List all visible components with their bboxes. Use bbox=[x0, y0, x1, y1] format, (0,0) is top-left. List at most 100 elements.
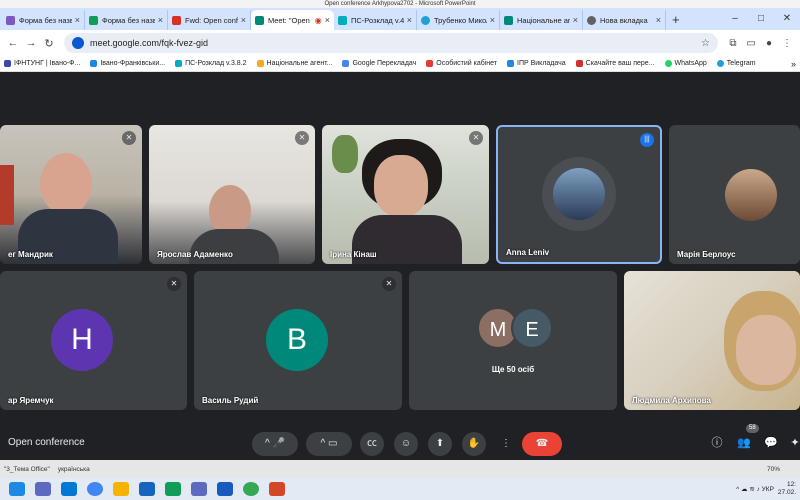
chat-icon[interactable]: 💬 bbox=[762, 434, 780, 452]
reactions-button[interactable]: ☺ bbox=[394, 432, 418, 456]
close-tab-icon[interactable]: × bbox=[490, 15, 495, 25]
participant-tile[interactable]: ✕ Ярослав Адаменко bbox=[149, 125, 315, 264]
avatar: H bbox=[51, 309, 113, 371]
bookmark-icon bbox=[4, 60, 11, 67]
tab-search-icon[interactable]: ▭ bbox=[742, 38, 760, 49]
bookmark-item[interactable]: Google Перекладач bbox=[342, 60, 416, 67]
site-info-icon[interactable] bbox=[72, 37, 84, 49]
edge-icon[interactable] bbox=[61, 482, 77, 496]
close-tab-icon[interactable]: × bbox=[656, 15, 661, 25]
avatar: E bbox=[511, 307, 553, 349]
mail-icon[interactable] bbox=[139, 482, 155, 496]
profile-icon[interactable]: ● bbox=[760, 38, 778, 49]
others-tile[interactable]: M E Ще 50 осіб bbox=[409, 271, 617, 410]
participant-tile[interactable]: ✕ Ірина Кінаш bbox=[322, 125, 489, 264]
tab-gmail[interactable]: Fwd: Open confe × bbox=[168, 10, 251, 30]
bookmark-item[interactable]: ІПР Викладача bbox=[507, 60, 566, 67]
bookmark-item[interactable]: ІФНТУНГ | Івано-Ф... bbox=[4, 60, 80, 67]
close-tab-icon[interactable]: × bbox=[241, 15, 246, 25]
windows-start-icon[interactable] bbox=[9, 482, 25, 496]
participant-tile[interactable]: ||| Anna Leniv bbox=[496, 125, 662, 264]
bookmarks-bar: ІФНТУНГ | Івано-Ф... Івано-Франківськи..… bbox=[0, 56, 800, 72]
new-tab-button[interactable]: + bbox=[666, 10, 686, 30]
speaking-indicator-icon: ||| bbox=[640, 133, 654, 147]
close-tab-icon[interactable]: × bbox=[407, 15, 412, 25]
close-tab-icon[interactable]: × bbox=[75, 15, 80, 25]
tab-schedule[interactable]: ПС-Розклад v.4.0× bbox=[334, 10, 417, 30]
tab-new[interactable]: Нова вкладка × bbox=[583, 10, 666, 30]
close-tab-icon[interactable]: × bbox=[573, 15, 578, 25]
participant-video bbox=[0, 125, 142, 264]
chevron-up-icon[interactable]: ^ bbox=[321, 438, 326, 449]
app-icon[interactable] bbox=[191, 482, 207, 496]
participant-tile[interactable]: Марія Берлоус bbox=[669, 125, 800, 264]
bookmark-item[interactable]: Скачайте ваш пере... bbox=[575, 60, 655, 67]
bookmark-icon bbox=[575, 60, 583, 67]
file-explorer-icon[interactable] bbox=[113, 482, 129, 496]
participant-tile[interactable]: Людмила Архипова bbox=[624, 271, 800, 410]
copilot-icon[interactable] bbox=[35, 482, 51, 496]
recording-icon: ◉ bbox=[314, 15, 322, 25]
bookmark-icon bbox=[256, 60, 264, 67]
tab-telegram[interactable]: Трубенко Микол × bbox=[417, 10, 500, 30]
present-button[interactable]: ⬆ bbox=[428, 432, 452, 456]
bookmark-item[interactable]: Національне агент... bbox=[256, 60, 332, 67]
activities-icon[interactable]: ✦ bbox=[786, 434, 800, 452]
bookmarks-overflow-icon[interactable]: » bbox=[791, 59, 796, 69]
excel-icon[interactable] bbox=[165, 482, 181, 496]
camera-button[interactable]: ^ ▭ bbox=[306, 432, 352, 456]
mic-off-icon: ✕ bbox=[382, 277, 396, 291]
chevron-up-icon[interactable]: ^ bbox=[265, 438, 270, 449]
keyboard-language[interactable]: УКР bbox=[762, 486, 774, 493]
clock[interactable]: 12: 27.02. bbox=[778, 481, 796, 497]
participant-tile[interactable]: H ✕ ар Яремчук bbox=[0, 271, 187, 410]
powerpoint-icon[interactable] bbox=[269, 482, 285, 496]
mic-button[interactable]: ^ 🎤 bbox=[252, 432, 298, 456]
leave-call-button[interactable]: ☎ bbox=[522, 432, 562, 456]
volume-icon[interactable]: ♪ bbox=[757, 486, 760, 493]
system-tray: ^ ☁ ≋ ♪ УКР 12: 27.02. bbox=[736, 478, 796, 500]
tab-form-1[interactable]: Форма без назв × bbox=[2, 10, 85, 30]
maximize-icon[interactable]: □ bbox=[748, 8, 774, 30]
bookmark-item[interactable]: WhatsApp bbox=[664, 60, 707, 67]
wifi-icon[interactable]: ≋ bbox=[749, 485, 754, 493]
back-icon[interactable]: ← bbox=[4, 37, 22, 49]
bookmark-item[interactable]: Івано-Франківськи... bbox=[90, 60, 165, 67]
more-options-button[interactable]: ⋮ bbox=[496, 432, 516, 456]
address-bar[interactable]: meet.google.com/fqk-fvez-gid ☆ bbox=[64, 33, 718, 53]
chevron-up-icon[interactable]: ^ bbox=[736, 486, 739, 493]
powerpoint-title: Open conference Arkhypova2702 - Microsof… bbox=[0, 0, 800, 8]
tab-meet[interactable]: Meet: "Open ◉ × bbox=[251, 10, 334, 30]
forward-icon[interactable]: → bbox=[22, 37, 40, 49]
raise-hand-button[interactable]: ✋ bbox=[462, 432, 486, 456]
close-tab-icon[interactable]: × bbox=[325, 15, 330, 25]
reload-icon[interactable]: ↻ bbox=[40, 37, 58, 50]
chrome-icon[interactable] bbox=[87, 482, 103, 496]
people-count-badge: 58 bbox=[746, 424, 759, 433]
chrome-icon[interactable] bbox=[243, 482, 259, 496]
avatar: B bbox=[266, 309, 328, 371]
close-icon[interactable]: ✕ bbox=[774, 8, 800, 30]
tab-agency[interactable]: Національне аге × bbox=[500, 10, 583, 30]
menu-icon[interactable]: ⋮ bbox=[778, 38, 796, 49]
extensions-icon[interactable]: ⧉ bbox=[724, 38, 742, 49]
info-icon[interactable]: ⓘ bbox=[708, 434, 726, 452]
taskbar bbox=[0, 478, 800, 500]
meeting-title: Open conference bbox=[8, 437, 85, 448]
word-icon[interactable] bbox=[217, 482, 233, 496]
cloud-icon[interactable]: ☁ bbox=[741, 485, 748, 493]
bookmark-star-icon[interactable]: ☆ bbox=[701, 38, 710, 49]
captions-button[interactable]: ㏄ bbox=[360, 432, 384, 456]
bookmark-item[interactable]: ПС-Розклад v.3.8.2 bbox=[175, 60, 247, 67]
bookmark-item[interactable]: Telegram bbox=[716, 60, 756, 67]
participant-tile[interactable]: ✕ ег Мандрик bbox=[0, 125, 142, 264]
close-tab-icon[interactable]: × bbox=[158, 15, 163, 25]
participant-tile[interactable]: B ✕ Василь Рудий bbox=[194, 271, 402, 410]
people-icon[interactable]: 👥 bbox=[735, 434, 753, 452]
meet-stage: ✕ ег Мандрик ✕ Ярослав Адаменко ✕ Ірина … bbox=[0, 72, 800, 460]
tab-form-2[interactable]: Форма без назв × bbox=[85, 10, 168, 30]
minimize-icon[interactable]: – bbox=[722, 8, 748, 30]
meet-icon bbox=[255, 15, 264, 25]
bookmark-item[interactable]: Особистий кабінет bbox=[426, 60, 497, 67]
zoom-level[interactable]: 70% bbox=[767, 466, 780, 473]
